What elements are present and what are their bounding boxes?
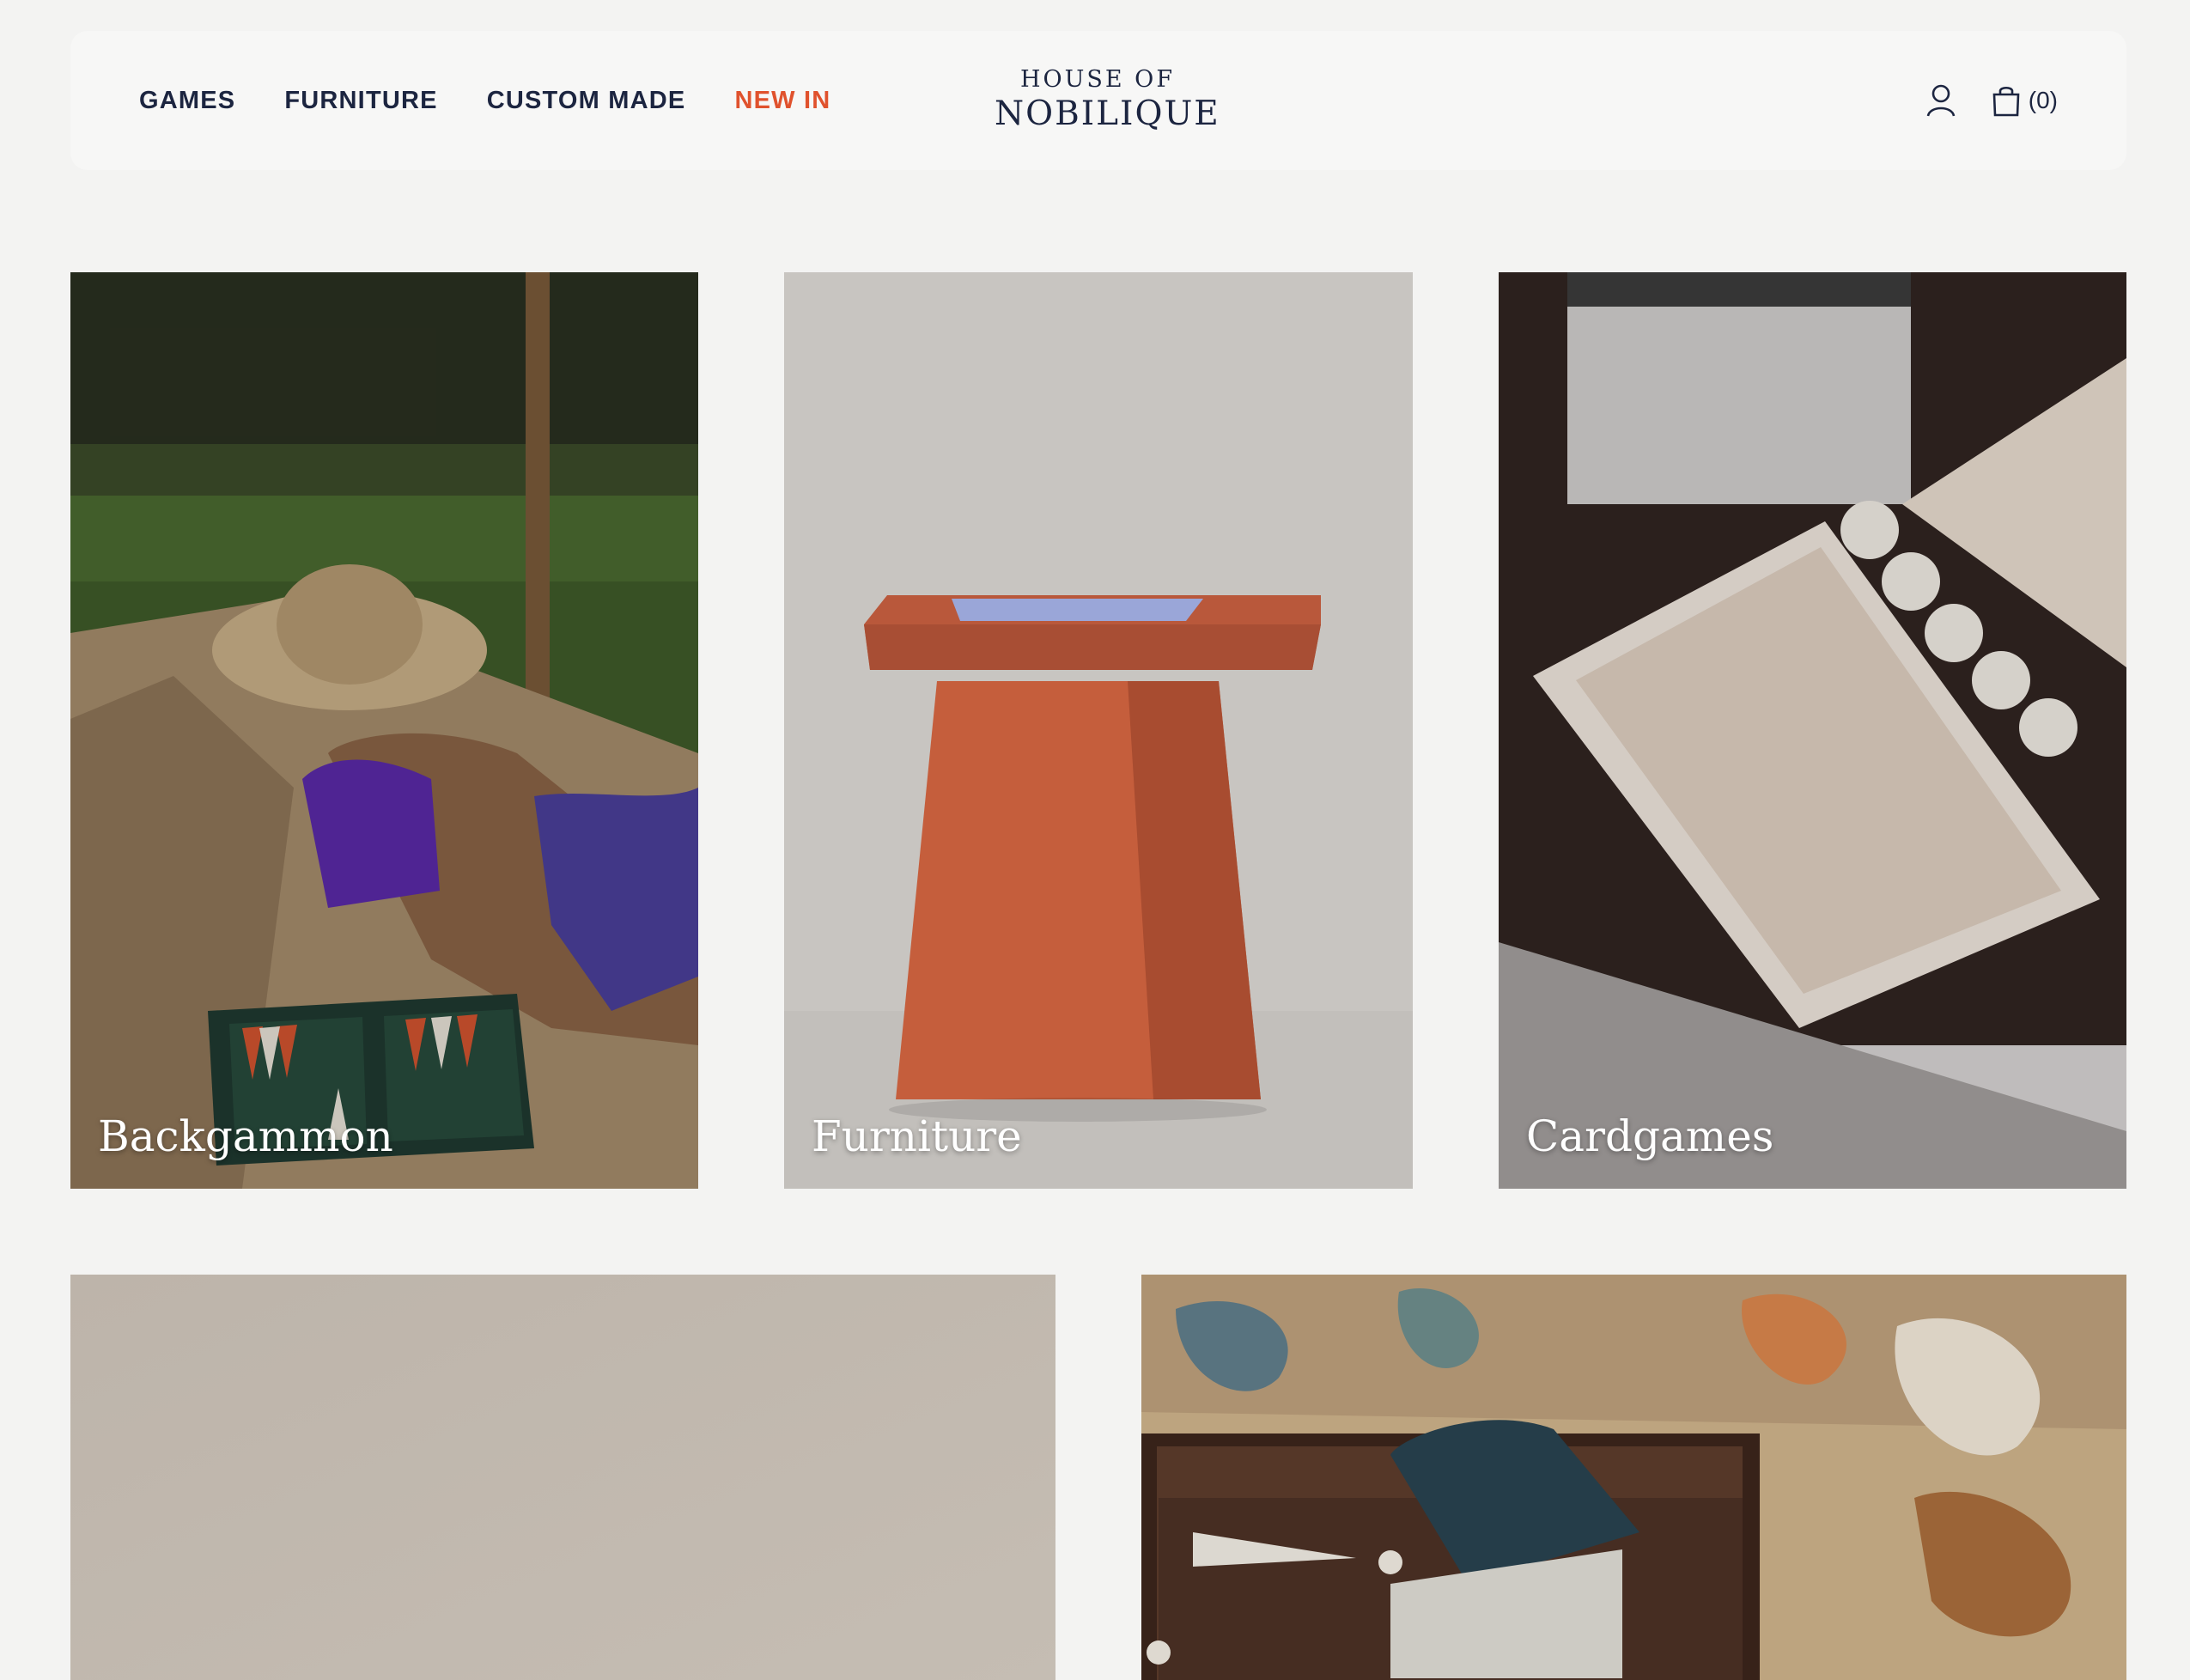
site-header: GAMES FURNITURE CUSTOM MADE NEW IN HOUSE…: [70, 31, 2126, 170]
page: GAMES FURNITURE CUSTOM MADE NEW IN HOUSE…: [0, 0, 2190, 1680]
category-tile-backgammon[interactable]: Backgammon: [70, 272, 698, 1189]
cart-button[interactable]: (0): [1991, 84, 2058, 117]
category-tile-5[interactable]: [1141, 1275, 2126, 1680]
brand-logo[interactable]: HOUSE OF NOBILIQUE: [995, 65, 1220, 134]
nav-new-in[interactable]: NEW IN: [734, 87, 830, 115]
category-tile-4[interactable]: [70, 1275, 1055, 1680]
chess-table-image: [784, 272, 1413, 1189]
nav-furniture[interactable]: FURNITURE: [284, 87, 437, 115]
logo-line-1: HOUSE OF: [1019, 66, 1176, 93]
user-icon: [1926, 84, 1956, 117]
shopping-bag-icon: [1992, 86, 2020, 117]
logo-line-2: NOBILIQUE: [995, 94, 1220, 133]
main-nav: GAMES FURNITURE CUSTOM MADE NEW IN: [139, 31, 830, 170]
nav-games[interactable]: GAMES: [139, 87, 235, 115]
tile-label-backgammon: Backgammon: [98, 1111, 393, 1161]
cart-count: (0): [2028, 87, 2058, 113]
tile-label-furniture: Furniture: [812, 1111, 1022, 1161]
backgammon-fabric-image: [1141, 1275, 2126, 1680]
category-tile-cardgames[interactable]: Cardgames: [1499, 272, 2126, 1189]
category-tile-furniture[interactable]: Furniture: [784, 272, 1413, 1189]
beige-backdrop-image: [70, 1275, 1055, 1680]
account-button[interactable]: [1925, 83, 1956, 118]
tile-label-cardgames: Cardgames: [1526, 1111, 1774, 1161]
card-box-image: [1499, 272, 2126, 1189]
header-utilities: (0): [1925, 31, 2058, 170]
nav-custom-made[interactable]: CUSTOM MADE: [487, 87, 686, 115]
backgammon-lifestyle-image: [70, 272, 698, 1189]
